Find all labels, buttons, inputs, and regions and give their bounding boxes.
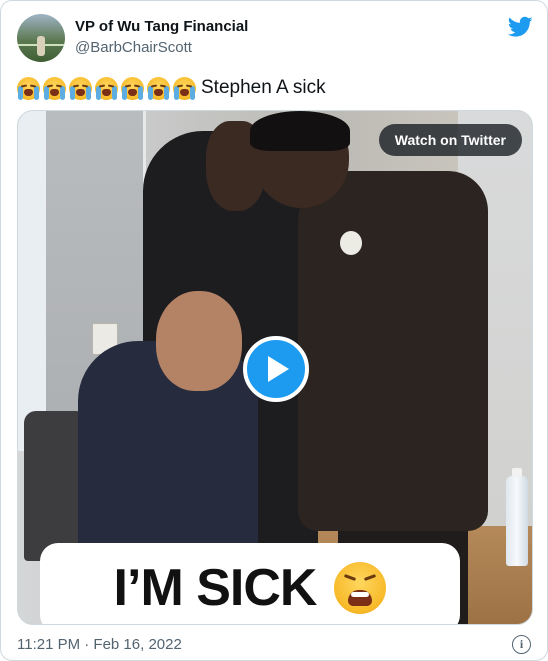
tweet-text-content: Stephen A sick [201, 77, 326, 98]
loudly-crying-face-icon [43, 76, 66, 100]
loudly-crying-face-icon [147, 76, 170, 100]
video-water-bottle [506, 468, 528, 566]
info-icon[interactable]: i [512, 635, 531, 654]
author-display-name[interactable]: VP of Wu Tang Financial [75, 18, 248, 35]
video-player[interactable]: Watch on Twitter I’M SICK [17, 110, 533, 625]
loudly-crying-face-icon [95, 76, 118, 100]
play-button[interactable] [243, 336, 309, 402]
loudly-crying-face-icon [69, 76, 92, 100]
tweet-card: VP of Wu Tang Financial @BarbChairScott … [0, 0, 548, 661]
avatar-figure [37, 36, 45, 56]
video-person-right [298, 171, 488, 531]
caption-text: I’M SICK [113, 559, 318, 617]
loudly-crying-face-icon [121, 76, 144, 100]
avatar[interactable] [17, 14, 65, 62]
weary-face-icon [334, 562, 387, 614]
play-icon [268, 356, 289, 382]
loudly-crying-face-icon [17, 76, 40, 100]
video-boutonniere [340, 231, 362, 255]
video-caption: I’M SICK [40, 543, 460, 624]
video-person-front-head [156, 291, 242, 391]
watch-on-twitter-button[interactable]: Watch on Twitter [378, 124, 522, 156]
tweet-text: Stephen A sick [17, 75, 326, 101]
emoji-row [17, 76, 196, 100]
video-window [18, 111, 48, 451]
loudly-crying-face-icon [173, 76, 196, 100]
author-handle[interactable]: @BarbChairScott [75, 39, 192, 56]
video-person-right-hair [250, 111, 350, 151]
twitter-bird-icon[interactable] [508, 16, 533, 38]
tweet-timestamp[interactable]: 11:21 PM · Feb 16, 2022 [17, 636, 182, 653]
